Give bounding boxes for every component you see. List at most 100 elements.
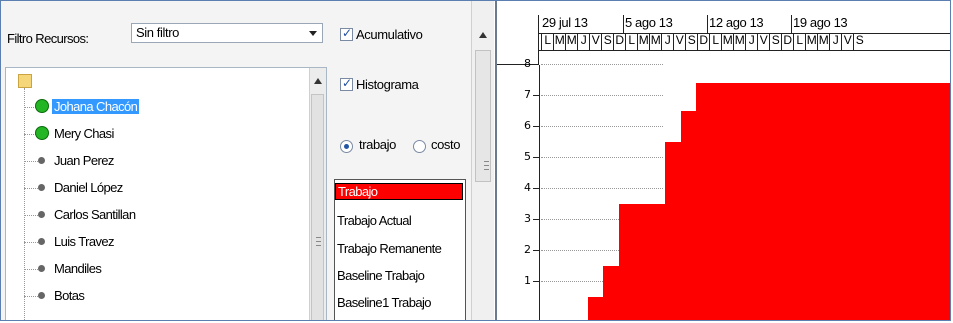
day-label: S — [769, 33, 781, 50]
day-label: M — [649, 33, 661, 50]
y-tick-mark — [533, 157, 539, 158]
day-label: M — [805, 33, 817, 50]
histogram-checkbox[interactable] — [340, 76, 353, 91]
scroll-up-icon[interactable] — [479, 32, 487, 38]
y-tick-label: 4 — [524, 181, 531, 194]
scroll-thumb[interactable] — [475, 50, 491, 182]
day-label: S — [853, 33, 865, 50]
day-label: J — [577, 33, 589, 50]
field-item-trabajo[interactable]: Trabajo — [335, 183, 463, 200]
resource-bullet-icon — [38, 184, 45, 191]
assigned-resource-icon — [35, 126, 49, 140]
tree-connector — [24, 242, 38, 243]
day-label: M — [721, 33, 733, 50]
chevron-down-icon[interactable] — [309, 31, 317, 36]
filter-label: Filtro Recursos: — [7, 31, 89, 46]
field-item-baseline1-trabajo[interactable]: Baseline1 Trabajo — [337, 295, 431, 310]
y-axis-line — [539, 65, 540, 320]
gridline — [541, 188, 663, 189]
day-label: V — [757, 33, 769, 50]
assigned-resource-icon — [35, 99, 49, 113]
tree-item-label: Botas — [54, 288, 85, 303]
window-frame: Filtro Recursos: Sin filtro Johana Chacó… — [0, 0, 951, 321]
day-label: L — [625, 33, 637, 50]
tree-item-label: Luis Travez — [54, 234, 114, 249]
tree-item-label: Juan Perez — [54, 153, 114, 168]
tree-item-label: Mandiles — [54, 261, 102, 276]
field-item-baseline-trabajo[interactable]: Baseline Trabajo — [337, 268, 425, 283]
tree-item-label: Mery Chasi — [54, 126, 114, 141]
y-tick-mark — [533, 250, 539, 251]
resource-tree[interactable]: Johana Chacón Mery Chasi Juan Perez Daniel … — [5, 67, 327, 320]
tree-item-label: Carlos Santillan — [54, 207, 136, 222]
day-label: L — [541, 33, 553, 50]
radio-cost[interactable] — [413, 140, 426, 153]
gridline — [541, 126, 663, 127]
day-label: S — [685, 33, 697, 50]
y-tick-mark — [533, 64, 539, 65]
cumulative-label: Acumulativo — [356, 27, 423, 42]
y-tick-label: 5 — [524, 150, 531, 163]
y-tick-label: 7 — [524, 88, 531, 101]
resource-bullet-icon — [38, 265, 45, 272]
scroll-thumb[interactable] — [311, 94, 324, 320]
day-label: M — [817, 33, 829, 50]
grip-icon — [484, 161, 489, 170]
day-label: V — [841, 33, 853, 50]
y-tick-mark — [533, 219, 539, 220]
scroll-up-icon[interactable] — [314, 78, 322, 84]
resource-bullet-icon — [38, 238, 45, 245]
week-label: 19 ago 13 — [791, 15, 848, 33]
resource-bullet-icon — [38, 211, 45, 218]
resource-histogram[interactable]: 29 jul 13 5 ago 13 12 ago 13 19 ago 13 LMMJ… — [495, 1, 950, 320]
field-item-trabajo-remanente[interactable]: Trabajo Remanente — [337, 241, 442, 256]
tree-item-label: Johana Chacón — [52, 99, 140, 114]
timeline-weeks: 29 jul 13 5 ago 13 12 ago 13 19 ago 13 — [539, 15, 950, 34]
tree-connector — [24, 215, 38, 216]
filter-dropdown[interactable]: Sin filtro — [131, 23, 323, 43]
day-label: S — [601, 33, 613, 50]
radio-work-label: trabajo — [359, 137, 396, 152]
resource-panel: Filtro Recursos: Sin filtro Johana Chacó… — [1, 1, 331, 320]
timeline-days: LMMJVSDLMMJVSDLMMJVSDLMMJVS — [539, 33, 950, 51]
y-tick-mark — [533, 95, 539, 96]
histogram-label: Histograma — [356, 77, 419, 92]
tree-scrollbar[interactable] — [309, 68, 326, 320]
field-list[interactable]: Trabajo Trabajo Actual Trabajo Remanente… — [334, 179, 466, 320]
tree-connector — [24, 269, 38, 270]
week-label: 12 ago 13 — [707, 15, 764, 33]
folder-icon — [18, 74, 32, 88]
tree-item-label: Daniel López — [54, 180, 123, 195]
y-tick-label: 3 — [524, 212, 531, 225]
y-tick-label: 6 — [524, 119, 531, 132]
day-label: M — [553, 33, 565, 50]
day-label: M — [733, 33, 745, 50]
day-label: L — [793, 33, 805, 50]
options-scrollbar[interactable] — [471, 1, 494, 320]
grip-icon — [316, 237, 321, 246]
gridline — [541, 95, 663, 96]
tree-connector — [24, 296, 38, 297]
day-label: V — [589, 33, 601, 50]
day-label: L — [709, 33, 721, 50]
gridline — [541, 157, 663, 158]
field-item-trabajo-actual[interactable]: Trabajo Actual — [337, 213, 412, 228]
day-label: D — [697, 33, 709, 50]
tree-connector — [24, 88, 25, 320]
day-label: V — [673, 33, 685, 50]
radio-work[interactable] — [340, 140, 353, 153]
y-tick-mark — [533, 281, 539, 282]
day-label: J — [829, 33, 841, 50]
radio-cost-label: costo — [431, 137, 461, 152]
y-tick-mark — [533, 188, 539, 189]
day-label: M — [637, 33, 649, 50]
resource-bullet-icon — [38, 292, 45, 299]
week-label: 5 ago 13 — [623, 15, 673, 33]
cumulative-checkbox[interactable] — [340, 26, 353, 41]
resource-bullet-icon — [38, 157, 45, 164]
histogram-bar — [696, 83, 950, 320]
y-tick-label: 1 — [524, 274, 531, 287]
gridline — [541, 64, 663, 65]
day-label: D — [613, 33, 625, 50]
y-tick-label: 8 — [524, 57, 531, 70]
